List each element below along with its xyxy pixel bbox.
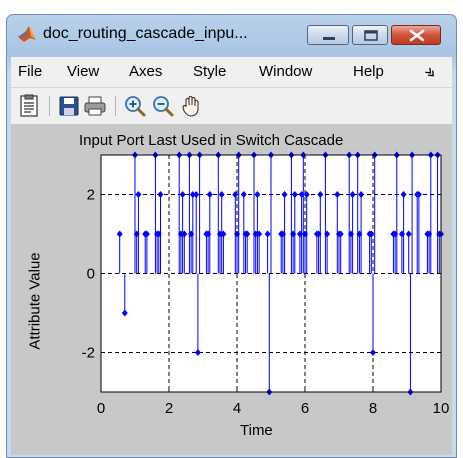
menu-bar: File View Axes Style Window Help: [11, 57, 452, 88]
y-tick-label: 2: [87, 187, 95, 204]
x-axis-label: Time: [240, 422, 273, 439]
property-editor-icon[interactable]: [17, 94, 41, 118]
maximize-icon: [364, 30, 378, 41]
maximize-button[interactable]: [352, 25, 388, 45]
menu-help[interactable]: Help: [353, 63, 384, 80]
toolbar: [11, 88, 452, 125]
minimize-button[interactable]: [307, 25, 349, 45]
figure-window: doc_routing_cascade_inpu... File View Ax…: [6, 14, 457, 458]
x-tick-label: 0: [97, 400, 105, 417]
close-button[interactable]: [391, 25, 441, 45]
title-bar[interactable]: doc_routing_cascade_inpu...: [7, 15, 456, 55]
stem-plot[interactable]: 0 2 4 6 8 10 -2 0 2: [11, 125, 452, 455]
menu-view[interactable]: View: [67, 63, 99, 80]
menu-window[interactable]: Window: [259, 63, 312, 80]
zoom-out-icon[interactable]: [151, 94, 175, 118]
x-tick-label: 6: [301, 400, 309, 417]
menu-axes[interactable]: Axes: [129, 63, 162, 80]
x-tick-label: 4: [233, 400, 241, 417]
matlab-logo-icon: [18, 26, 36, 42]
chevron-more-icon[interactable]: [423, 67, 437, 79]
chart-title: Input Port Last Used in Switch Cascade: [79, 132, 344, 149]
x-tick-label: 10: [433, 400, 450, 417]
menu-style[interactable]: Style: [193, 63, 226, 80]
print-icon[interactable]: [83, 94, 107, 118]
window-title: doc_routing_cascade_inpu...: [43, 25, 248, 42]
save-icon[interactable]: [57, 94, 81, 118]
menu-file[interactable]: File: [18, 63, 42, 80]
toolbar-separator: [115, 96, 116, 116]
y-tick-label: 0: [87, 266, 95, 283]
pan-hand-icon[interactable]: [179, 94, 203, 118]
y-tick-label: -2: [82, 345, 95, 362]
close-icon: [409, 29, 425, 42]
figure-area: 0 2 4 6 8 10 -2 0 2 Input Port Last Used in Swit…: [11, 125, 452, 455]
x-tick-label: 8: [369, 400, 377, 417]
x-tick-label: 2: [165, 400, 173, 417]
minimize-icon: [323, 37, 335, 40]
zoom-in-icon[interactable]: [123, 94, 147, 118]
toolbar-separator: [49, 96, 50, 116]
